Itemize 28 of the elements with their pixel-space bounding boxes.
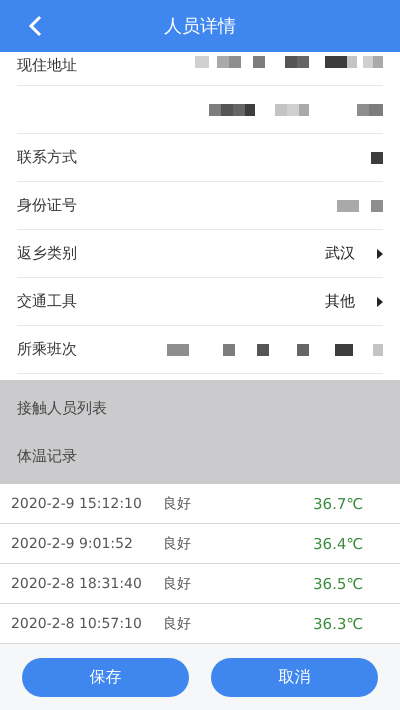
field-label: 返乡类别 bbox=[17, 244, 77, 263]
record-temperature: 36.5℃ bbox=[313, 574, 364, 592]
field-value[interactable]: 武汉 bbox=[325, 244, 355, 263]
page-title: 人员详情 bbox=[164, 15, 236, 38]
record-temperature: 36.3℃ bbox=[313, 614, 364, 632]
caret-icon bbox=[377, 296, 383, 306]
record-status: 良好 bbox=[163, 494, 192, 512]
record-time: 2020-2-9 9:01:52 bbox=[11, 536, 134, 552]
field-label: 所乘班次 bbox=[17, 340, 77, 359]
field-label: 联系方式 bbox=[17, 148, 77, 167]
section-heading[interactable]: 接触人员列表 bbox=[0, 384, 400, 432]
back-icon bbox=[28, 15, 42, 37]
field-label: 现住地址 bbox=[17, 56, 77, 75]
record-temperature: 36.7℃ bbox=[313, 494, 364, 512]
record-status: 良好 bbox=[163, 534, 192, 552]
record-status: 良好 bbox=[163, 574, 192, 592]
cancel-button[interactable]: 取消 bbox=[211, 658, 378, 696]
record-time: 2020-2-8 10:57:10 bbox=[11, 616, 143, 632]
caret-icon bbox=[377, 248, 383, 258]
field-label: 交通工具 bbox=[17, 292, 77, 311]
record-status: 良好 bbox=[163, 614, 192, 632]
field-label: 身份证号 bbox=[17, 196, 77, 215]
field-value[interactable]: 其他 bbox=[325, 292, 355, 311]
record-temperature: 36.4℃ bbox=[313, 534, 364, 552]
save-button[interactable]: 保存 bbox=[22, 658, 189, 696]
record-time: 2020-2-8 18:31:40 bbox=[11, 576, 143, 592]
record-time: 2020-2-9 15:12:10 bbox=[11, 496, 143, 512]
section-heading[interactable]: 体温记录 bbox=[0, 432, 400, 480]
